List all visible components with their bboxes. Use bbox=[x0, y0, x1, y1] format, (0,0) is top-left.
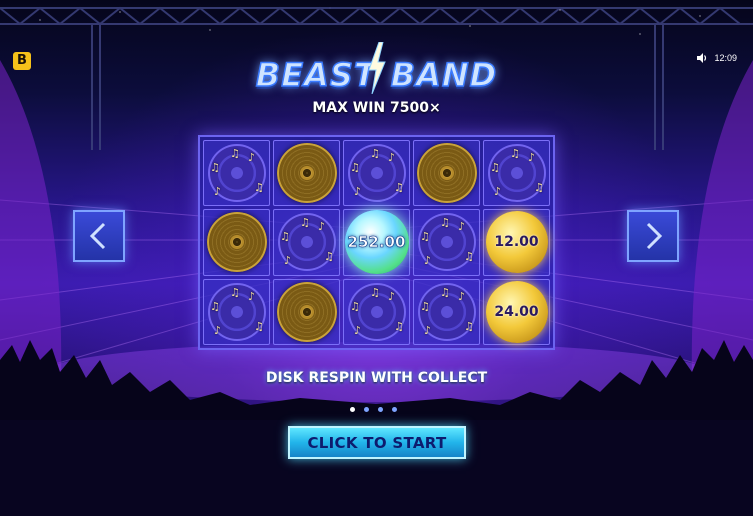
logo-left-word: BEAST bbox=[255, 55, 377, 95]
reel-grid: ♫ ♪ ♫ ♪ ♫ ♫ ♪ ♫ ♪ ♫ ♫ ♪ ♫ ♪ ♫ ♫ ♪ ♫ ♪ ♫ 252.00 ♫ ♪ ♫ ♪ ♫ 12.00 ♫ ♪ ♫ ♪… bbox=[198, 135, 555, 350]
gold-disc-symbol-icon bbox=[276, 281, 337, 342]
music-note-icon: ♫ bbox=[230, 285, 240, 299]
music-note-icon: ♪ bbox=[248, 151, 256, 164]
music-note-icon: ♪ bbox=[284, 254, 292, 268]
music-note-icon: ♫ bbox=[534, 181, 544, 194]
reel-cell: ♫ ♪ ♫ ♪ ♫ bbox=[413, 278, 480, 345]
music-note-icon: ♪ bbox=[458, 289, 466, 303]
value-disc-symbol: 24.00 bbox=[485, 280, 548, 343]
music-note-icon: ♫ bbox=[280, 230, 290, 244]
reel-cell: ♫ ♪ ♫ ♪ ♫ bbox=[483, 140, 550, 207]
music-note-icon: ♪ bbox=[388, 151, 396, 164]
reel-cell: ♫ ♪ ♫ ♪ ♫ bbox=[203, 140, 270, 207]
reel-cell: 12.00 bbox=[483, 209, 550, 276]
next-page-button[interactable] bbox=[627, 210, 679, 262]
logo-right-word: BAND bbox=[390, 55, 498, 95]
reel-cell bbox=[413, 140, 480, 207]
reel-cell: ♫ ♪ ♫ ♪ ♫ bbox=[343, 140, 410, 207]
music-note-icon: ♪ bbox=[494, 185, 502, 198]
reel-cell: 24.00 bbox=[483, 278, 550, 345]
music-note-icon: ♫ bbox=[350, 161, 360, 174]
previous-page-button[interactable] bbox=[73, 210, 125, 262]
music-note-icon: ♫ bbox=[324, 250, 334, 264]
music-note-icon: ♪ bbox=[354, 185, 362, 198]
music-note-icon: ♪ bbox=[354, 323, 362, 337]
reel-cell bbox=[273, 140, 340, 207]
disc-value: 24.00 bbox=[494, 303, 539, 320]
music-note-icon: ♪ bbox=[528, 151, 536, 164]
music-note-icon: ♪ bbox=[424, 254, 432, 268]
click-to-start-button[interactable]: CLICK TO START bbox=[288, 426, 466, 459]
music-note-icon: ♫ bbox=[350, 299, 360, 313]
chevron-left-icon bbox=[89, 222, 106, 250]
pagination-dot[interactable] bbox=[392, 407, 397, 412]
lightning-bolt-icon bbox=[368, 42, 386, 94]
reel-cell: ♫ ♪ ♫ ♪ ♫ bbox=[413, 209, 480, 276]
music-note-icon: ♫ bbox=[490, 161, 500, 174]
music-note-icon: ♫ bbox=[420, 230, 430, 244]
music-note-icon: ♪ bbox=[318, 220, 326, 234]
collect-value: 252.00 bbox=[347, 233, 406, 252]
music-note-icon: ♪ bbox=[388, 289, 396, 303]
reel-cell bbox=[273, 278, 340, 345]
feature-description: DISK RESPIN WITH COLLECT bbox=[265, 370, 488, 386]
reel-cell: ♫ ♪ ♫ ♪ ♫ bbox=[273, 209, 340, 276]
pagination-dot[interactable] bbox=[364, 407, 369, 412]
music-note-icon: ♪ bbox=[214, 185, 222, 198]
music-note-icon: ♫ bbox=[510, 147, 520, 160]
music-note-icon: ♪ bbox=[214, 323, 222, 337]
reel-cell: ♫ ♪ ♫ ♪ ♫ bbox=[343, 278, 410, 345]
music-note-icon: ♫ bbox=[300, 216, 310, 230]
max-win-text: MAX WIN 7500× bbox=[312, 100, 441, 116]
music-note-icon: ♪ bbox=[458, 220, 466, 234]
value-disc-symbol: 12.00 bbox=[485, 211, 548, 274]
music-note-icon: ♫ bbox=[254, 319, 264, 333]
game-background: B 12:09 BEAST BAND MAX WIN 7500× ♫ ♪ ♫ ♪ ♫ ♫ ♪ ♫… bbox=[0, 0, 753, 516]
music-note-icon: ♫ bbox=[394, 319, 404, 333]
music-note-icon: ♫ bbox=[420, 299, 430, 313]
music-note-icon: ♫ bbox=[440, 285, 450, 299]
reel-cell: ♫ ♪ ♫ ♪ ♫ bbox=[203, 278, 270, 345]
reel-cell: 252.00 bbox=[343, 209, 410, 276]
chevron-right-icon bbox=[646, 222, 663, 250]
gold-disc-symbol-icon bbox=[206, 212, 267, 273]
gold-disc-symbol-icon bbox=[416, 143, 477, 204]
music-note-icon: ♫ bbox=[394, 181, 404, 194]
pagination-dot[interactable] bbox=[350, 407, 355, 412]
music-note-icon: ♫ bbox=[210, 161, 220, 174]
music-note-icon: ♪ bbox=[248, 289, 256, 303]
pagination-dots bbox=[350, 407, 397, 412]
disc-value: 12.00 bbox=[494, 234, 539, 251]
music-note-icon: ♫ bbox=[210, 299, 220, 313]
music-note-icon: ♫ bbox=[370, 147, 380, 160]
collect-disc-symbol: 252.00 bbox=[344, 210, 409, 275]
music-note-icon: ♫ bbox=[370, 285, 380, 299]
music-note-icon: ♫ bbox=[230, 147, 240, 160]
reel-cell bbox=[203, 209, 270, 276]
music-note-icon: ♫ bbox=[464, 319, 474, 333]
pagination-dot[interactable] bbox=[378, 407, 383, 412]
music-note-icon: ♫ bbox=[440, 216, 450, 230]
music-note-icon: ♫ bbox=[464, 250, 474, 264]
music-note-icon: ♪ bbox=[424, 323, 432, 337]
gold-disc-symbol-icon bbox=[276, 143, 337, 204]
music-note-icon: ♫ bbox=[254, 181, 264, 194]
